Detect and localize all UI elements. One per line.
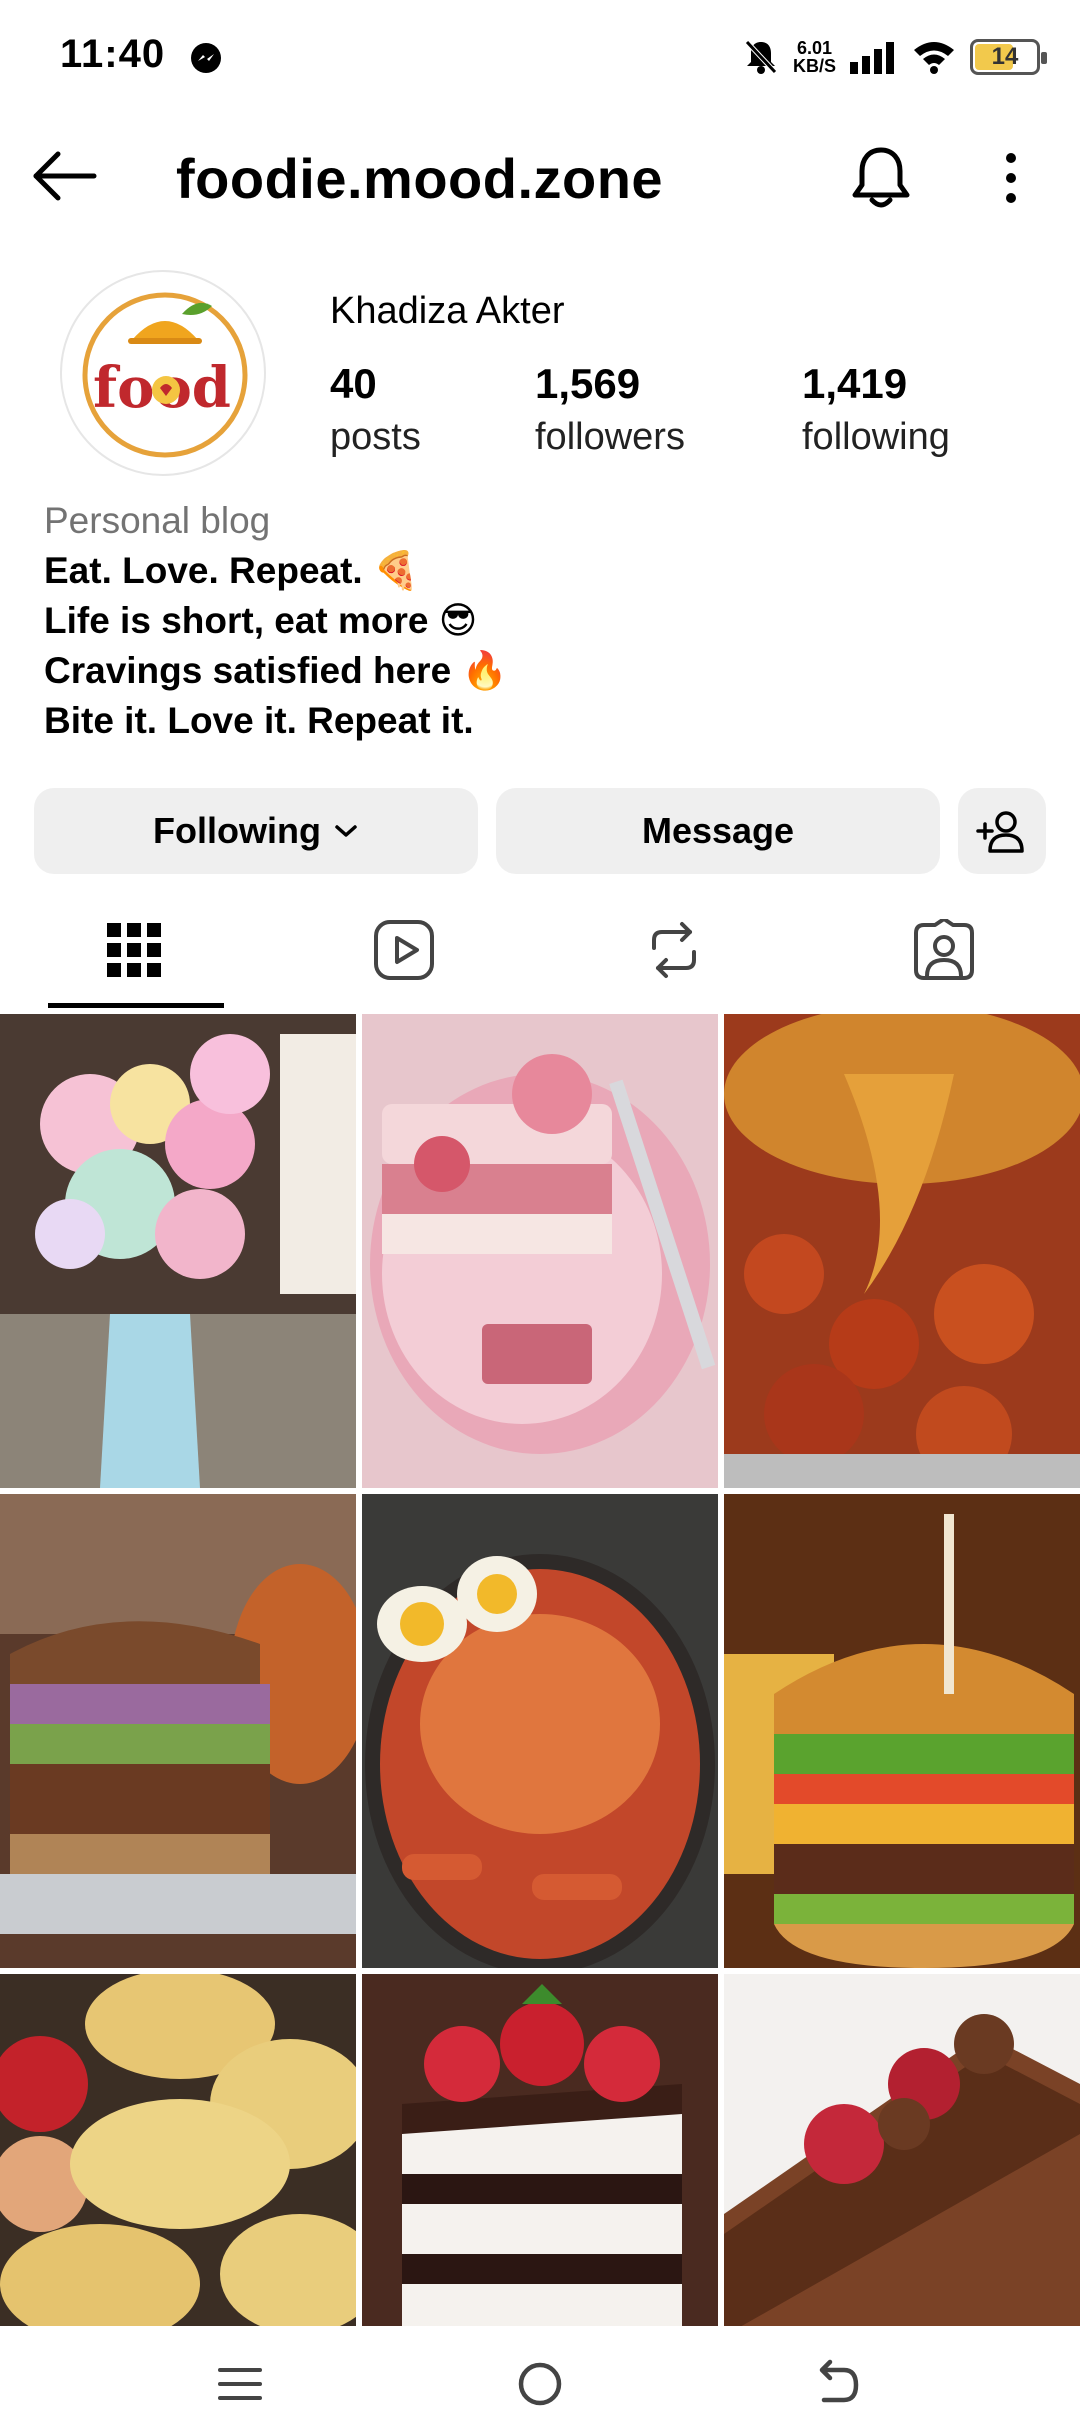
tab-reposts[interactable] — [584, 900, 764, 1000]
followers-label: followers — [535, 416, 685, 458]
status-bar: 11:40 6.01 KB/S 14 — [0, 0, 1080, 110]
post-chocolate-roll-image — [724, 1974, 1080, 2326]
post-pink-cake-plate-image — [362, 1014, 718, 1488]
add-person-icon — [976, 811, 1024, 853]
page-title-username: foodie.mood.zone — [176, 147, 664, 210]
stat-followers[interactable]: 1,569 followers — [535, 360, 685, 459]
grid-icon — [107, 923, 161, 977]
post-strawberry-cake-image — [362, 1974, 718, 2326]
tab-posts-grid[interactable] — [44, 900, 224, 1000]
post-thumbnail[interactable] — [362, 1974, 718, 2326]
status-icons: 6.01 KB/S 14 — [743, 34, 1047, 80]
post-garlic-bread-image — [0, 1974, 356, 2326]
suggested-people-button[interactable] — [958, 788, 1046, 874]
bio-line: Eat. Love. Repeat. 🍕 — [44, 550, 420, 591]
post-cheeseburger-image — [724, 1494, 1080, 1968]
net-speed-value: 6.01 — [796, 38, 833, 58]
post-thumbnail[interactable] — [724, 1014, 1080, 1488]
post-spicy-ramen-tteokbokki-image — [362, 1494, 718, 1968]
bio-line: Bite it. Love it. Repeat it. — [44, 700, 474, 741]
mute-bell-icon — [745, 40, 777, 74]
display-name: Khadiza Akter — [330, 290, 565, 332]
back-nav-icon[interactable] — [808, 2356, 864, 2412]
following-label: following — [802, 416, 950, 458]
post-thumbnail[interactable] — [724, 1494, 1080, 1968]
more-options-icon[interactable] — [996, 148, 1026, 208]
tab-tagged[interactable] — [854, 900, 1034, 1000]
food-logo-icon: food — [82, 292, 248, 458]
message-button[interactable]: Message — [496, 788, 940, 874]
post-thumbnail[interactable] — [362, 1494, 718, 1968]
post-slaw-burger-image — [0, 1494, 356, 1968]
battery-indicator: 14 — [970, 39, 1047, 75]
recent-apps-icon[interactable] — [212, 2356, 268, 2412]
stat-posts[interactable]: 40 posts — [330, 360, 421, 459]
bio-line: Life is short, eat more 😎 — [44, 600, 478, 641]
notifications-bell-icon[interactable] — [848, 142, 914, 212]
messenger-icon — [191, 43, 221, 73]
post-thumbnail[interactable] — [0, 1494, 356, 1968]
net-speed: 6.01 KB/S — [793, 39, 836, 75]
status-time: 11:40 — [60, 32, 166, 76]
profile-tabs — [0, 880, 1080, 1012]
tagged-icon — [914, 919, 974, 980]
profile-bio: Personal blog Eat. Love. Repeat. 🍕 Life … — [44, 496, 508, 746]
bio-line: Cravings satisfied here 🔥 — [44, 650, 508, 691]
signal-icon — [850, 42, 894, 74]
back-arrow-icon[interactable] — [30, 148, 100, 204]
followers-count: 1,569 — [535, 360, 641, 407]
reels-icon — [374, 920, 434, 980]
post-thumbnail[interactable] — [0, 1974, 356, 2326]
posts-grid — [0, 1014, 1080, 2326]
message-button-label: Message — [641, 810, 795, 851]
post-thumbnail[interactable] — [724, 1974, 1080, 2326]
following-button-label: Following — [153, 810, 321, 851]
post-crawfish-noodles-image — [724, 1014, 1080, 1488]
wifi-icon — [914, 42, 954, 74]
net-speed-unit: KB/S — [792, 56, 836, 76]
post-candy-milkshake-image — [0, 1014, 356, 1488]
post-thumbnail[interactable] — [362, 1014, 718, 1488]
system-nav-bar — [0, 2330, 1080, 2436]
profile-category: Personal blog — [44, 500, 271, 541]
chevron-down-icon — [335, 825, 357, 837]
stat-following[interactable]: 1,419 following — [802, 360, 950, 459]
post-thumbnail[interactable] — [0, 1014, 356, 1488]
posts-label: posts — [330, 416, 421, 458]
tab-reels[interactable] — [314, 900, 494, 1000]
avatar[interactable]: food — [60, 270, 266, 476]
home-icon[interactable] — [512, 2356, 568, 2412]
following-button[interactable]: Following — [34, 788, 478, 874]
reposts-icon — [652, 922, 696, 978]
profile-header: foodie.mood.zone — [0, 120, 1080, 232]
following-count: 1,419 — [802, 360, 908, 407]
posts-count: 40 — [330, 360, 377, 407]
battery-level: 14 — [991, 43, 1019, 70]
active-tab-indicator — [48, 1003, 224, 1008]
